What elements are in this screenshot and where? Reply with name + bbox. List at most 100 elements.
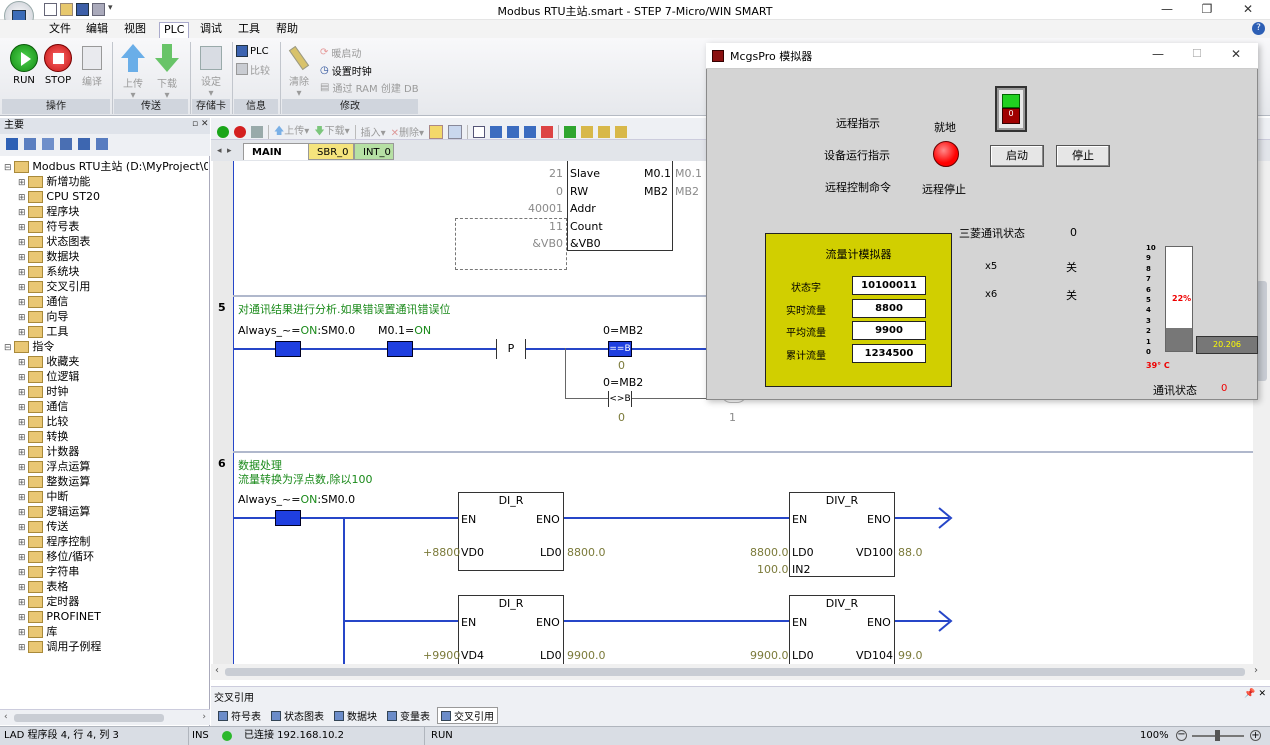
tree-item[interactable]: ⊞ 计数器 [2,444,208,459]
bottom-tab[interactable]: 变量表 [384,707,433,724]
menu-debug[interactable]: 调试 [196,22,226,38]
zoom-slider-thumb[interactable] [1215,730,1220,741]
n5-pos-edge[interactable]: P [496,339,526,359]
expand-icon[interactable]: ⊞ [18,403,28,413]
editor-hscrollbar[interactable]: ‹ › [211,664,1270,680]
menu-view[interactable]: 视图 [120,22,150,38]
tree-item[interactable]: ⊞ 程序块 [2,204,208,219]
n5-contact-sm00[interactable] [275,341,301,357]
tree-item[interactable]: ⊟ 指令 [2,339,208,354]
expand-icon[interactable]: ⊞ [18,463,28,473]
mcgs-minimize-button[interactable]: — [1152,47,1164,61]
tree-tool-3-icon[interactable] [42,138,54,150]
n5-cmp-ne[interactable]: <>B [608,391,632,407]
bottom-tab[interactable]: 状态图表 [268,707,327,724]
expand-icon[interactable]: ⊞ [18,298,28,308]
network-icon[interactable] [473,125,486,138]
tree-item[interactable]: ⊞ 系统块 [2,264,208,279]
tree-item[interactable]: ⊞ 符号表 [2,219,208,234]
tabs-scroll-right-icon[interactable]: ▸ [227,146,232,156]
expand-icon[interactable]: ⊞ [18,388,28,398]
tree-item[interactable]: ⊞ 移位/循环 [2,549,208,564]
tree-item[interactable]: ⊞ 字符串 [2,564,208,579]
expand-icon[interactable]: ⊟ [4,343,14,353]
expand-icon[interactable]: ⊞ [18,433,28,443]
maximize-button[interactable]: ❐ [1187,0,1227,20]
close-button[interactable]: ✕ [1228,0,1268,20]
bottom-tab[interactable]: 符号表 [215,707,264,724]
plc-info-button[interactable]: PLC [236,44,276,58]
bookmark-icon[interactable] [615,125,628,138]
tree-tool-5-icon[interactable] [78,138,90,150]
expand-icon[interactable]: ⊞ [18,373,28,383]
n5-contact-m01[interactable] [387,341,413,357]
expand-icon[interactable]: ⊞ [18,418,28,428]
expand-icon[interactable]: ⊞ [18,283,28,293]
bottom-tab[interactable]: 交叉引用 [437,707,498,724]
tree-item[interactable]: ⊞ 调用子例程 [2,639,208,654]
expand-icon[interactable]: ⊞ [18,523,28,533]
tree-item[interactable]: ⊞ 传送 [2,519,208,534]
expand-icon[interactable]: ⊞ [18,493,28,503]
expand-icon[interactable]: ⊞ [18,208,28,218]
expand-icon[interactable]: ⊞ [18,193,28,203]
tree-item[interactable]: ⊟ Modbus RTU主站 (D:\MyProject\0_星 [2,159,208,174]
download-button[interactable]: 下载 ▾ [152,44,182,101]
tabs-scroll-left-icon[interactable]: ◂ [217,146,222,156]
n6-contact-sm00[interactable] [275,510,301,526]
run-button[interactable]: RUN [6,44,42,86]
tab-main[interactable]: MAIN ✕ [243,143,309,175]
n5-cmp-eq[interactable]: ==B [608,341,632,357]
panel-pin-icon[interactable]: ▫ ✕ [192,119,209,129]
tree-item[interactable]: ⊞ 比较 [2,414,208,429]
tree-item[interactable]: ⊞ 表格 [2,579,208,594]
expand-icon[interactable]: ⊞ [18,358,28,368]
tree-item[interactable]: ⊞ 库 [2,624,208,639]
expand-icon[interactable]: ⊞ [18,628,28,638]
mcgs-stop-button[interactable]: 停止 [1056,145,1110,167]
tree-item[interactable]: ⊞ 交叉引用 [2,279,208,294]
expand-icon[interactable]: ⊞ [18,643,28,653]
unlock-icon[interactable] [598,125,611,138]
customize-icon[interactable]: ▾ [108,3,113,17]
help-icon[interactable]: ? [1252,22,1265,35]
mcgs-maximize-button[interactable]: ☐ [1192,47,1202,60]
tree-item[interactable]: ⊞ CPU ST20 [2,189,208,204]
tree-item[interactable]: ⊞ 程序控制 [2,534,208,549]
editor-download-button[interactable]: 🡇下载▾ [314,122,349,141]
new-icon[interactable] [44,3,57,16]
clear-button[interactable]: 清除 ▾ [284,44,314,99]
tree-item[interactable]: ⊞ 位逻辑 [2,369,208,384]
compile-button[interactable]: 编译 [76,44,108,88]
tree-item[interactable]: ⊞ 向导 [2,309,208,324]
save-icon[interactable] [76,3,89,16]
expand-icon[interactable]: ⊞ [18,478,28,488]
expand-icon[interactable]: ⊞ [18,568,28,578]
expand-icon[interactable]: ⊞ [18,268,28,278]
warm-start-button[interactable]: ⟳ 暖启动 [320,45,361,60]
set-clock-button[interactable]: ◷ 设置时钟 [320,63,372,78]
tree-item[interactable]: ⊞ 中断 [2,489,208,504]
expand-icon[interactable]: ⊞ [18,328,28,338]
expand-icon[interactable]: ⊞ [18,508,28,518]
expand-icon[interactable]: ⊞ [18,538,28,548]
local-remote-switch[interactable]: 0 [995,86,1027,132]
upload-button[interactable]: 上传 ▾ [118,44,148,101]
open-icon[interactable] [60,3,73,16]
tree-item[interactable]: ⊞ 通信 [2,399,208,414]
network-6-comment[interactable]: 流量转换为浮点数,除以100 [238,471,373,487]
line-up-icon[interactable] [490,125,503,138]
zoom-out-icon[interactable]: − [1176,730,1187,741]
print-icon[interactable] [92,3,105,16]
tree-item[interactable]: ⊞ 新增功能 [2,174,208,189]
editor-upload-button[interactable]: 🡅上传▾ [274,122,309,141]
lock-icon[interactable] [581,125,594,138]
tree-item[interactable]: ⊞ 定时器 [2,594,208,609]
tree-item[interactable]: ⊞ 转换 [2,429,208,444]
editor-stop-icon[interactable] [234,125,246,138]
monitor-icon[interactable] [429,124,444,139]
expand-icon[interactable]: ⊞ [18,583,28,593]
menu-plc[interactable]: PLC [159,22,190,38]
tree-item[interactable]: ⊞ 状态图表 [2,234,208,249]
editor-run-icon[interactable] [217,125,229,138]
